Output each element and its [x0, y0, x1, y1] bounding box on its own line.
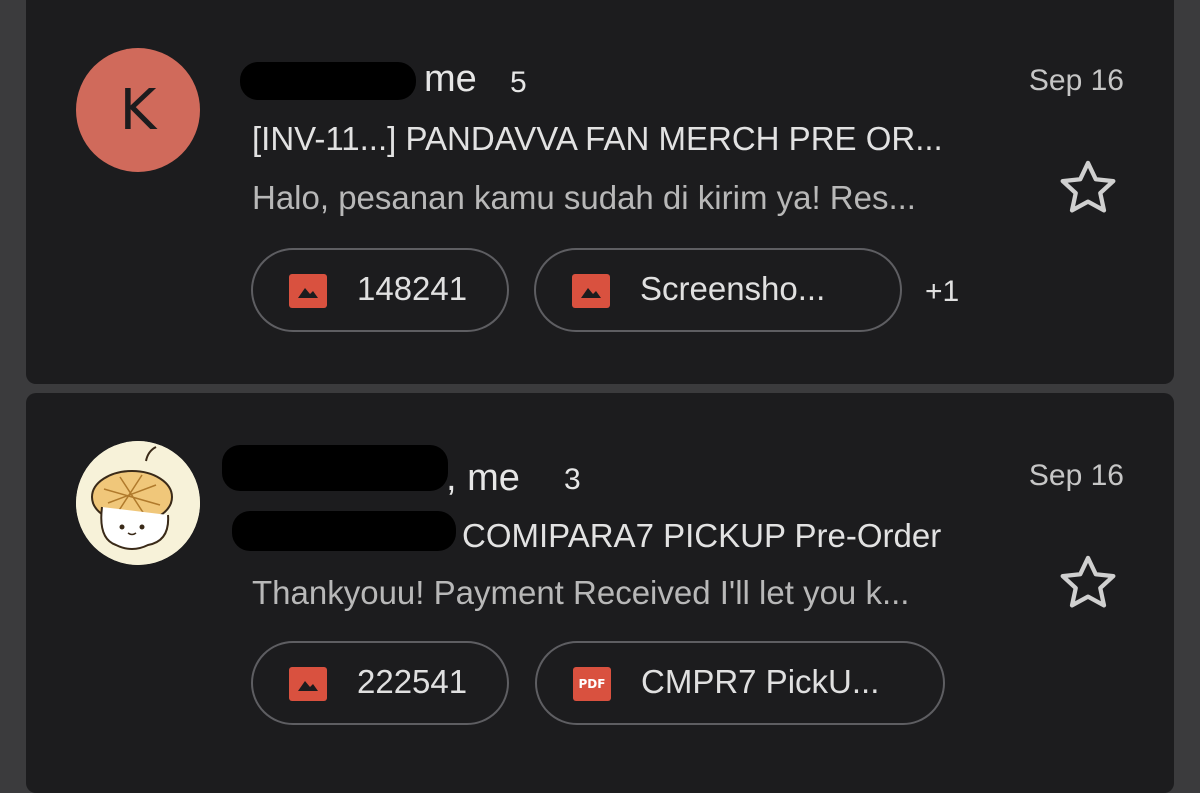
image-icon [572, 274, 610, 308]
avatar-letter: K [119, 77, 157, 143]
email-thread-row[interactable]: , me 3 Sep 16 COMIPARA7 PICKUP Pre-Order… [26, 393, 1174, 793]
attachment-name: 148241 [357, 270, 468, 307]
subject: COMIPARA7 PICKUP Pre-Order [462, 517, 942, 554]
attachment-chip[interactable]: PDF CMPR7 PickU... [535, 641, 945, 725]
email-thread-row[interactable]: K me 5 Sep 16 [INV-11...] PANDAVVA FAN M… [26, 0, 1174, 384]
image-icon [289, 667, 327, 701]
avatar[interactable] [76, 441, 200, 565]
attachment-chip[interactable]: 222541 [251, 641, 509, 725]
snippet: Halo, pesanan kamu sudah di kirim ya! Re… [252, 179, 916, 216]
subject: [INV-11...] PANDAVVA FAN MERCH PRE OR... [252, 120, 943, 157]
star-icon[interactable] [1056, 156, 1120, 220]
pdf-icon: PDF [573, 667, 611, 701]
attachment-name: Screensho... [640, 270, 826, 307]
thread-count: 5 [510, 66, 527, 99]
redacted-sender [240, 62, 416, 100]
avatar-illustration [76, 441, 200, 565]
avatar[interactable]: K [76, 48, 200, 172]
redacted-sender [222, 445, 448, 491]
redacted-subject-prefix [232, 511, 456, 551]
date: Sep 16 [1028, 64, 1124, 97]
date: Sep 16 [1028, 459, 1124, 492]
thread-count: 3 [564, 463, 581, 496]
image-icon [289, 274, 327, 308]
pdf-badge: PDF [578, 677, 606, 691]
star-icon[interactable] [1056, 551, 1120, 615]
attachment-chip[interactable]: 148241 [251, 248, 509, 332]
attachment-name: 222541 [357, 663, 468, 700]
more-attachments-count: +1 [925, 275, 960, 308]
sender-name: , me [446, 457, 520, 499]
attachment-name: CMPR7 PickU... [641, 663, 880, 700]
snippet: Thankyouu! Payment Received I'll let you… [252, 574, 910, 611]
attachment-chip[interactable]: Screensho... [534, 248, 902, 332]
sender-name: me [424, 58, 477, 100]
